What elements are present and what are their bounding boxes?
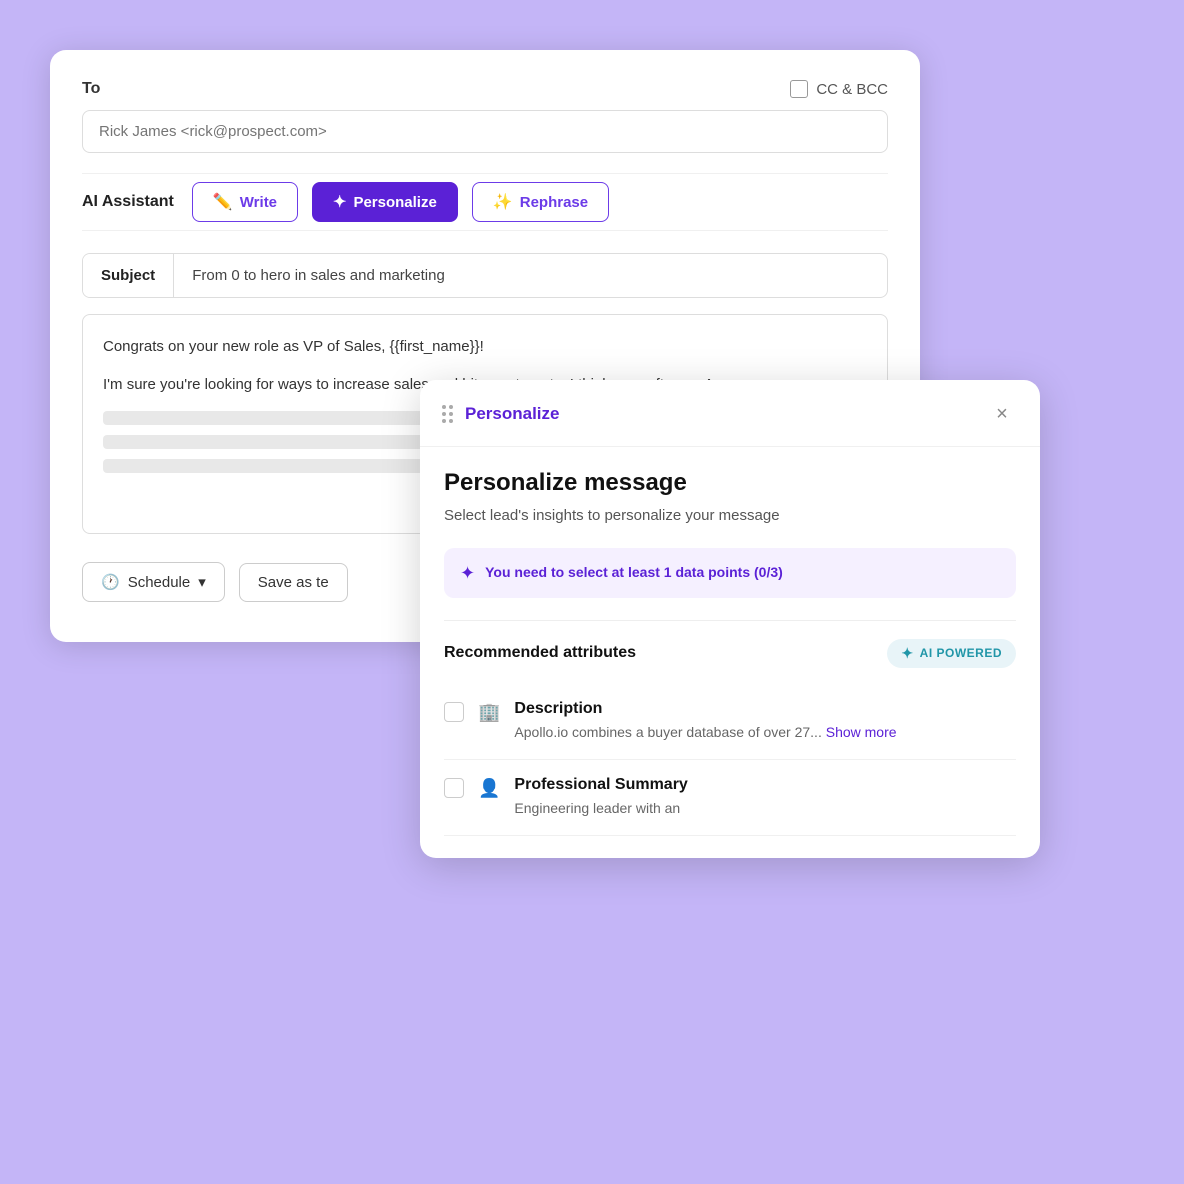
panel-header: Personalize × [420, 380, 1040, 447]
ai-powered-badge: ✦ AI POWERED [887, 639, 1016, 668]
warning-box: ✦ You need to select at least 1 data poi… [444, 548, 1016, 598]
attribute-professional-summary: 👤 Professional Summary Engineering leade… [444, 760, 1016, 836]
page-wrapper: To CC & BCC AI Assistant ✏️ Write ✦ Pers… [0, 0, 1184, 1184]
subject-value: From 0 to hero in sales and marketing [174, 254, 887, 297]
building-icon: 🏢 [478, 702, 500, 723]
cc-bcc-row: CC & BCC [790, 80, 888, 98]
personalize-button[interactable]: ✦ Personalize [312, 182, 458, 222]
ai-assistant-row: AI Assistant ✏️ Write ✦ Personalize ✨ Re… [82, 173, 888, 231]
write-icon: ✏️ [213, 192, 233, 212]
panel-header-left: Personalize [442, 404, 560, 424]
write-button[interactable]: ✏️ Write [192, 182, 298, 222]
description-checkbox[interactable] [444, 702, 464, 722]
personalize-icon: ✦ [333, 192, 346, 212]
subject-row: Subject From 0 to hero in sales and mark… [82, 253, 888, 298]
warning-text: You need to select at least 1 data point… [485, 562, 783, 583]
cc-bcc-checkbox[interactable] [790, 80, 808, 98]
summary-name: Professional Summary [514, 776, 1016, 794]
to-label: To [82, 80, 100, 98]
attribute-description: 🏢 Description Apollo.io combines a buyer… [444, 684, 1016, 760]
close-button[interactable]: × [986, 398, 1018, 430]
description-content: Description Apollo.io combines a buyer d… [514, 700, 1016, 743]
ai-powered-icon: ✦ [901, 645, 913, 662]
rephrase-button[interactable]: ✨ Rephrase [472, 182, 609, 222]
close-icon: × [996, 403, 1008, 426]
panel-body: Personalize message Select lead's insigh… [420, 447, 1040, 858]
person-icon: 👤 [478, 778, 500, 799]
personalize-label: Personalize [353, 194, 436, 211]
summary-checkbox[interactable] [444, 778, 464, 798]
ai-powered-label: AI POWERED [920, 646, 1002, 660]
description-name: Description [514, 700, 1016, 718]
chevron-down-icon: ▾ [198, 573, 206, 591]
attributes-title: Recommended attributes [444, 644, 636, 662]
schedule-button[interactable]: 🕐 Schedule ▾ [82, 562, 225, 602]
summary-text: Engineering leader with an [514, 798, 1016, 819]
subject-label: Subject [83, 254, 174, 297]
rephrase-label: Rephrase [520, 194, 588, 211]
description-text: Apollo.io combines a buyer database of o… [514, 722, 1016, 743]
panel-subtitle: Select lead's insights to personalize yo… [444, 505, 1016, 528]
attributes-header: Recommended attributes ✦ AI POWERED [444, 639, 1016, 668]
clock-icon: 🕐 [101, 573, 120, 591]
ai-assistant-label: AI Assistant [82, 193, 174, 211]
body-text-1: Congrats on your new role as VP of Sales… [103, 335, 867, 359]
drag-handle[interactable] [442, 405, 453, 423]
panel-title: Personalize [465, 404, 560, 424]
attributes-section: Recommended attributes ✦ AI POWERED 🏢 De… [444, 620, 1016, 836]
write-label: Write [240, 194, 277, 211]
to-row: To CC & BCC [82, 80, 888, 98]
save-template-button[interactable]: Save as te [239, 563, 348, 602]
sparkle-icon: ✦ [460, 563, 475, 584]
to-input[interactable] [82, 110, 888, 153]
show-more-link[interactable]: Show more [826, 724, 897, 740]
schedule-label: Schedule [128, 574, 191, 591]
save-template-label: Save as te [258, 574, 329, 591]
personalize-panel: Personalize × Personalize message Select… [420, 380, 1040, 858]
cc-bcc-label: CC & BCC [816, 81, 888, 98]
summary-content: Professional Summary Engineering leader … [514, 776, 1016, 819]
panel-main-title: Personalize message [444, 469, 1016, 497]
rephrase-icon: ✨ [493, 192, 513, 212]
